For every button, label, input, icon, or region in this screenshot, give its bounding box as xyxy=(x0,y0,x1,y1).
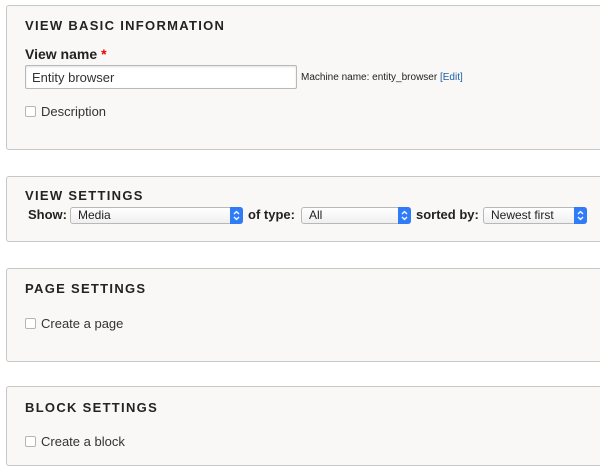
view-name-input[interactable] xyxy=(25,65,297,89)
type-label: of type: xyxy=(248,207,295,222)
create-block-checkbox[interactable]: Create a block xyxy=(25,434,125,449)
required-marker: * xyxy=(101,46,107,62)
type-select-value: All xyxy=(309,208,323,222)
show-select-value: Media xyxy=(78,208,111,222)
chevron-up-down-icon xyxy=(398,207,411,224)
page-settings-panel: PAGE SETTINGS Create a page xyxy=(6,268,600,362)
view-basic-information-panel: VIEW BASIC INFORMATION View name* Machin… xyxy=(6,5,600,150)
machine-name-text: Machine name: entity_browser xyxy=(301,72,438,83)
checkbox-icon[interactable] xyxy=(25,436,36,447)
type-select[interactable]: All xyxy=(301,207,411,224)
create-page-label: Create a page xyxy=(41,316,124,331)
description-checkbox[interactable]: Description xyxy=(25,104,106,119)
view-name-label-text: View name xyxy=(25,46,98,62)
checkbox-icon[interactable] xyxy=(25,318,36,329)
create-block-label: Create a block xyxy=(41,434,125,449)
sort-select[interactable]: Newest first xyxy=(483,207,587,224)
show-label: Show: xyxy=(28,207,67,222)
block-settings-panel: BLOCK SETTINGS Create a block xyxy=(6,386,600,466)
view-name-label: View name * xyxy=(25,46,107,62)
machine-name: Machine name: entity_browser [Edit] xyxy=(301,72,463,83)
show-select[interactable]: Media xyxy=(70,207,243,224)
sort-select-value: Newest first xyxy=(491,208,554,222)
panel-title: VIEW BASIC INFORMATION xyxy=(25,18,226,33)
panel-title: PAGE SETTINGS xyxy=(25,281,147,296)
panel-title: BLOCK SETTINGS xyxy=(25,400,159,415)
sort-label: sorted by: xyxy=(416,207,479,222)
chevron-up-down-icon xyxy=(574,207,587,224)
view-settings-panel: VIEW SETTINGS Show: Media of type: All s… xyxy=(6,176,600,242)
create-page-checkbox[interactable]: Create a page xyxy=(25,316,123,331)
description-label: Description xyxy=(41,104,107,119)
panel-title: VIEW SETTINGS xyxy=(25,188,144,203)
chevron-up-down-icon xyxy=(230,207,243,224)
edit-machine-name-link[interactable]: [Edit] xyxy=(440,72,463,83)
checkbox-icon[interactable] xyxy=(25,106,36,117)
